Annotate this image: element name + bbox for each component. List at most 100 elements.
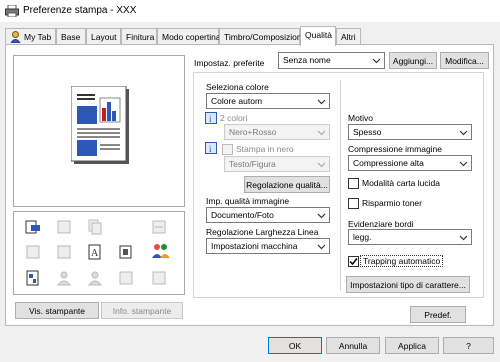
tab-label: Altri — [341, 32, 356, 42]
button-label: Annulla — [338, 341, 368, 351]
button-label: Vis. stampante — [28, 306, 86, 316]
tab-timbro-composizione[interactable]: Timbro/Composizione — [219, 28, 306, 45]
document-preview-icon — [71, 86, 129, 164]
button-label: Aggiungi... — [392, 56, 434, 66]
color-mode-icon — [25, 220, 40, 234]
svg-text:A: A — [91, 248, 99, 259]
black-print-select[interactable]: Testo/Figura — [224, 156, 330, 172]
button-label: Modifica... — [445, 56, 484, 66]
window-title: Preferenze stampa - XXX — [23, 5, 137, 16]
printer-info-button[interactable]: Info. stampante — [101, 302, 183, 319]
mytab-person-icon — [10, 31, 21, 43]
tab-modo-copertina[interactable]: Modo copertina — [157, 28, 221, 45]
default-button[interactable]: Predef. — [410, 306, 466, 323]
color-select-label: Seleziona colore — [206, 82, 269, 92]
info-icon: i — [205, 112, 217, 124]
color-value: Colore autom — [211, 96, 263, 106]
tab-altri[interactable]: Altri — [336, 28, 361, 45]
apply-button[interactable]: Applica — [385, 337, 439, 354]
quality-adjust-button[interactable]: Regolazione qualità... — [244, 176, 330, 193]
two-colors-label: 2 colori — [220, 113, 248, 123]
image-quality-select[interactable]: Documento/Foto — [206, 207, 330, 223]
button-label: Regolazione qualità... — [246, 180, 328, 190]
add-preset-button[interactable]: Aggiungi... — [389, 52, 437, 69]
compression-select[interactable]: Compressione alta — [348, 155, 472, 171]
punch-icon — [26, 245, 40, 259]
button-label: OK — [288, 341, 302, 351]
font-settings-button[interactable]: Impostazioni tipo di carattere... — [346, 276, 470, 293]
tab-my-tab[interactable]: My Tab — [5, 28, 56, 45]
modify-preset-button[interactable]: Modifica... — [440, 52, 489, 69]
compression-value: Compressione alta — [353, 158, 424, 168]
duplex-icon — [57, 220, 71, 234]
ok-button[interactable]: OK — [268, 337, 322, 354]
pattern-value: Spesso — [353, 127, 382, 137]
button-label: Applica — [398, 341, 426, 351]
image-quality-value: Documento/Foto — [211, 210, 274, 220]
chevron-down-icon — [459, 235, 468, 241]
cancel-button[interactable]: Annulla — [326, 337, 380, 354]
tab-label: Layout — [91, 32, 117, 42]
button-label: Impostazioni tipo di carattere... — [350, 280, 466, 290]
tab-label: Modo copertina — [162, 32, 221, 42]
chevron-down-icon — [317, 162, 326, 168]
glossy-label: Modalità carta lucida — [362, 178, 440, 188]
button-label: ? — [466, 341, 471, 351]
edge-value: legg. — [353, 232, 372, 242]
line-width-select[interactable]: Impostazioni macchina — [206, 238, 330, 254]
tab-base[interactable]: Base — [56, 28, 86, 45]
printer-view-button[interactable]: Vis. stampante — [15, 302, 99, 319]
printer-icon — [5, 5, 19, 17]
color-select[interactable]: Colore autom — [206, 93, 330, 109]
edge-select[interactable]: legg. — [348, 229, 472, 245]
preset-label: Impostaz. preferite — [194, 58, 265, 68]
tab-finitura[interactable]: Finitura — [121, 28, 157, 45]
button-label: Predef. — [424, 310, 452, 320]
copies-icon — [88, 219, 102, 235]
group-divider — [340, 80, 341, 291]
tab-label: Base — [61, 32, 81, 42]
preset-value: Senza nome — [283, 55, 331, 65]
pattern-select[interactable]: Spesso — [348, 124, 472, 140]
trapping-label: Trapping automatico — [360, 255, 444, 267]
preset-select[interactable]: Senza nome — [278, 52, 385, 69]
black-print-value: Testo/Figura — [229, 159, 276, 169]
two-colors-select[interactable]: Nero+Rosso — [224, 124, 330, 140]
book-icon — [119, 245, 132, 259]
chevron-down-icon — [372, 58, 381, 64]
toner-save-label: Risparmio toner — [362, 198, 422, 208]
tab-label: Finitura — [126, 32, 155, 42]
button-label: Info. stampante — [112, 306, 172, 316]
black-print-checkbox[interactable] — [222, 144, 233, 155]
page-preview — [13, 55, 185, 207]
user-icon — [56, 271, 72, 286]
chevron-down-icon — [317, 244, 326, 250]
tab-layout[interactable]: Layout — [86, 28, 121, 45]
chevron-down-icon — [317, 99, 326, 105]
tab-label: Timbro/Composizione — [224, 32, 307, 42]
chevron-down-icon — [317, 130, 326, 136]
edge-label: Evidenziare bordi — [348, 219, 414, 229]
tab-qualita[interactable]: Qualità — [300, 26, 336, 46]
trapping-checkbox[interactable] — [348, 256, 359, 267]
info-icon: i — [205, 142, 217, 154]
line-width-value: Impostazioni macchina — [211, 241, 298, 251]
chevron-down-icon — [459, 130, 468, 136]
toner-save-checkbox[interactable] — [348, 198, 359, 209]
help-button[interactable]: ? — [443, 337, 494, 354]
compression-label: Compressione immagine — [348, 144, 443, 154]
image-quality-label: Imp. qualità immagine — [206, 196, 290, 206]
black-print-label: Stampa in nero — [236, 144, 294, 154]
staple-icon — [152, 220, 166, 234]
pattern-label: Motivo — [348, 113, 374, 123]
checkmark-icon — [349, 258, 358, 266]
page-layout-icon — [26, 270, 39, 286]
stamp-icon — [119, 271, 133, 285]
chevron-down-icon — [317, 213, 326, 219]
glossy-checkbox[interactable] — [348, 178, 359, 189]
fold-icon — [57, 245, 71, 259]
group-icon — [87, 271, 103, 286]
two-colors-value: Nero+Rosso — [229, 127, 277, 137]
function-icon-grid: A — [13, 211, 185, 295]
tab-label: Qualità — [305, 30, 332, 40]
